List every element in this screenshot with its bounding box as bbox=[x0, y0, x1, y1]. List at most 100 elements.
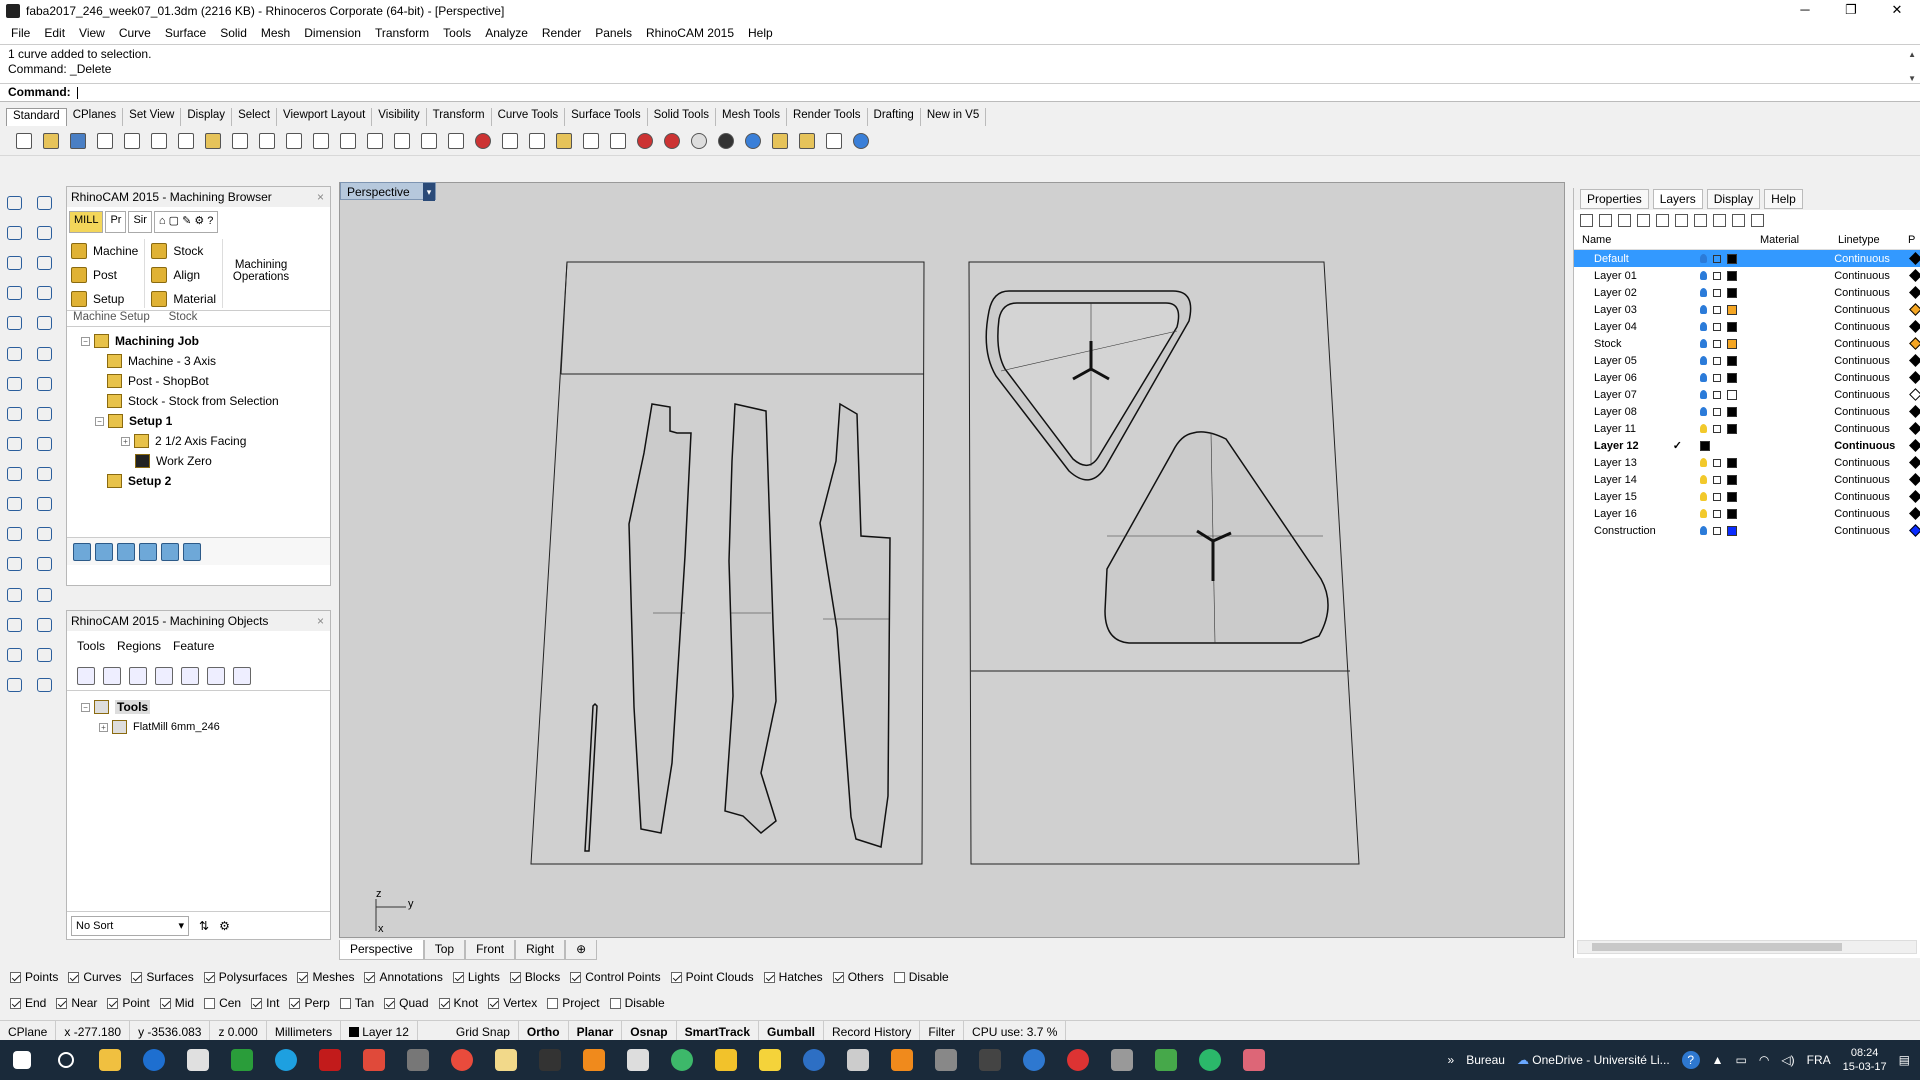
tool-filter-icon[interactable] bbox=[77, 666, 95, 685]
open-file-icon[interactable] bbox=[39, 129, 63, 153]
tray-overflow-icon[interactable]: » bbox=[1448, 1053, 1455, 1067]
inkscape-icon[interactable] bbox=[528, 1040, 572, 1080]
layer-color-swatch[interactable] bbox=[1727, 338, 1738, 349]
new-sublayer-icon[interactable] bbox=[1599, 213, 1612, 227]
cylinder-icon[interactable] bbox=[2, 403, 26, 425]
layer-color-swatch[interactable] bbox=[1727, 287, 1738, 298]
polyline-icon[interactable] bbox=[2, 222, 26, 244]
layer-color-swatch[interactable] bbox=[1727, 525, 1738, 536]
layer-linetype[interactable]: Continuous bbox=[1834, 440, 1903, 452]
start-icon[interactable] bbox=[0, 1040, 44, 1080]
blue-wheel-icon[interactable] bbox=[792, 1040, 836, 1080]
layers-horizontal-scrollbar[interactable] bbox=[1577, 940, 1917, 954]
close-panel-icon[interactable]: × bbox=[317, 611, 324, 631]
visibility-bulb-icon[interactable] bbox=[1700, 254, 1708, 263]
tool-load-icon[interactable] bbox=[155, 666, 173, 685]
layer-color-swatch[interactable] bbox=[1727, 508, 1738, 519]
menu-dimension[interactable]: Dimension bbox=[297, 26, 368, 40]
tree-node-machine[interactable]: Machine - 3 Axis bbox=[81, 351, 330, 371]
tree-node-setup-1[interactable]: − Setup 1 bbox=[81, 411, 330, 431]
layer-row[interactable]: Stock Continuous bbox=[1574, 335, 1920, 352]
wifi-icon[interactable]: ◠ bbox=[1759, 1053, 1769, 1067]
battery-icon[interactable]: ▭ bbox=[1736, 1053, 1747, 1067]
layer-color-swatch[interactable] bbox=[1727, 423, 1738, 434]
layer-row[interactable]: Default Continuous bbox=[1574, 250, 1920, 267]
scale-icon[interactable] bbox=[32, 523, 56, 545]
scroll-up-icon[interactable]: ▲ bbox=[1908, 47, 1916, 62]
print-color-icon[interactable] bbox=[1909, 507, 1920, 520]
layer-linetype[interactable]: Continuous bbox=[1834, 270, 1903, 282]
generate-icon[interactable] bbox=[73, 542, 91, 561]
menu-help[interactable]: Help bbox=[741, 26, 780, 40]
skype-icon[interactable] bbox=[264, 1040, 308, 1080]
layer-row[interactable]: Layer 13 Continuous bbox=[1574, 454, 1920, 471]
tab-tools[interactable]: Tools bbox=[77, 639, 105, 653]
language-indicator[interactable]: FRA bbox=[1807, 1053, 1831, 1067]
osnap-checkbox[interactable]: Knot bbox=[438, 996, 478, 1010]
pan-hand-icon[interactable] bbox=[255, 129, 279, 153]
layer-tools-icon[interactable] bbox=[1713, 213, 1726, 227]
layer-row[interactable]: Construction Continuous bbox=[1574, 522, 1920, 539]
layer-color-swatch[interactable] bbox=[1727, 253, 1738, 264]
tab-top[interactable]: Top bbox=[423, 940, 466, 960]
lock-icon[interactable] bbox=[606, 129, 630, 153]
wand-icon[interactable] bbox=[768, 129, 792, 153]
explode-icon[interactable] bbox=[32, 433, 56, 455]
layer-linetype[interactable]: Continuous bbox=[1834, 338, 1903, 350]
lock-icon[interactable] bbox=[1713, 356, 1722, 365]
visibility-bulb-icon[interactable] bbox=[1700, 526, 1708, 535]
filter-checkbox[interactable]: Hatches bbox=[763, 970, 823, 984]
osnap-checkbox[interactable]: Vertex bbox=[488, 996, 537, 1010]
tab-front[interactable]: Front bbox=[465, 940, 516, 960]
header-name[interactable]: Name bbox=[1574, 234, 1674, 246]
layer-color-swatch[interactable] bbox=[1727, 491, 1738, 502]
close-panel-icon[interactable]: × bbox=[317, 187, 324, 207]
material-sphere-icon[interactable] bbox=[741, 129, 765, 153]
lock-icon[interactable] bbox=[1713, 492, 1722, 501]
polygon-icon[interactable] bbox=[2, 282, 26, 304]
tool-create-icon[interactable] bbox=[181, 666, 199, 685]
print-color-icon[interactable] bbox=[1909, 303, 1920, 316]
group-icon[interactable] bbox=[2, 614, 26, 636]
array-icon[interactable] bbox=[2, 584, 26, 606]
tree-node-flatmill[interactable]: + FlatMill 6mm_246 bbox=[81, 717, 330, 737]
menu-panels[interactable]: Panels bbox=[588, 26, 639, 40]
filter-checkbox[interactable]: Control Points bbox=[570, 970, 661, 984]
lock-icon[interactable] bbox=[1713, 322, 1722, 331]
post-button[interactable]: Post bbox=[71, 263, 138, 287]
layer-linetype[interactable]: Continuous bbox=[1834, 491, 1903, 503]
menu-render[interactable]: Render bbox=[535, 26, 588, 40]
sphere-icon[interactable] bbox=[32, 373, 56, 395]
print-color-icon[interactable] bbox=[1909, 405, 1920, 418]
header-material[interactable]: Material bbox=[1760, 234, 1838, 246]
osnap-checkbox[interactable]: Perp bbox=[289, 996, 330, 1010]
dimension-icon[interactable] bbox=[32, 553, 56, 575]
paste-icon[interactable] bbox=[201, 129, 225, 153]
osnap-checkbox[interactable]: Int bbox=[251, 996, 279, 1010]
material-button[interactable]: Material bbox=[151, 287, 216, 311]
visibility-bulb-icon[interactable] bbox=[1700, 305, 1708, 314]
box-icon[interactable] bbox=[2, 373, 26, 395]
ellipse-icon[interactable] bbox=[32, 252, 56, 274]
tab-render-tools[interactable]: Render Tools bbox=[787, 108, 868, 126]
calculator-icon[interactable] bbox=[616, 1040, 660, 1080]
undo-icon[interactable] bbox=[228, 129, 252, 153]
trim-icon[interactable] bbox=[2, 463, 26, 485]
tree-node-post[interactable]: Post - ShopBot bbox=[81, 371, 330, 391]
osnap-checkbox[interactable]: Quad bbox=[384, 996, 429, 1010]
print-color-icon[interactable] bbox=[1909, 524, 1920, 537]
layer-color-swatch[interactable] bbox=[1727, 321, 1738, 332]
render-sphere-icon[interactable] bbox=[714, 129, 738, 153]
pink-app-icon[interactable] bbox=[1232, 1040, 1276, 1080]
tab-visibility[interactable]: Visibility bbox=[372, 108, 427, 126]
shaded-sphere-icon[interactable] bbox=[687, 129, 711, 153]
filter-icon[interactable] bbox=[1694, 213, 1707, 227]
tab-sir[interactable]: Sir bbox=[128, 211, 152, 233]
tab-cplanes[interactable]: CPlanes bbox=[67, 108, 124, 126]
color-wheel-icon[interactable] bbox=[660, 129, 684, 153]
dark-app-icon[interactable] bbox=[968, 1040, 1012, 1080]
notifications-icon[interactable]: ▤ bbox=[1899, 1053, 1910, 1067]
osnap-checkbox[interactable]: Disable bbox=[609, 996, 665, 1010]
print-color-icon[interactable] bbox=[1909, 388, 1920, 401]
lock-icon[interactable] bbox=[1713, 509, 1722, 518]
